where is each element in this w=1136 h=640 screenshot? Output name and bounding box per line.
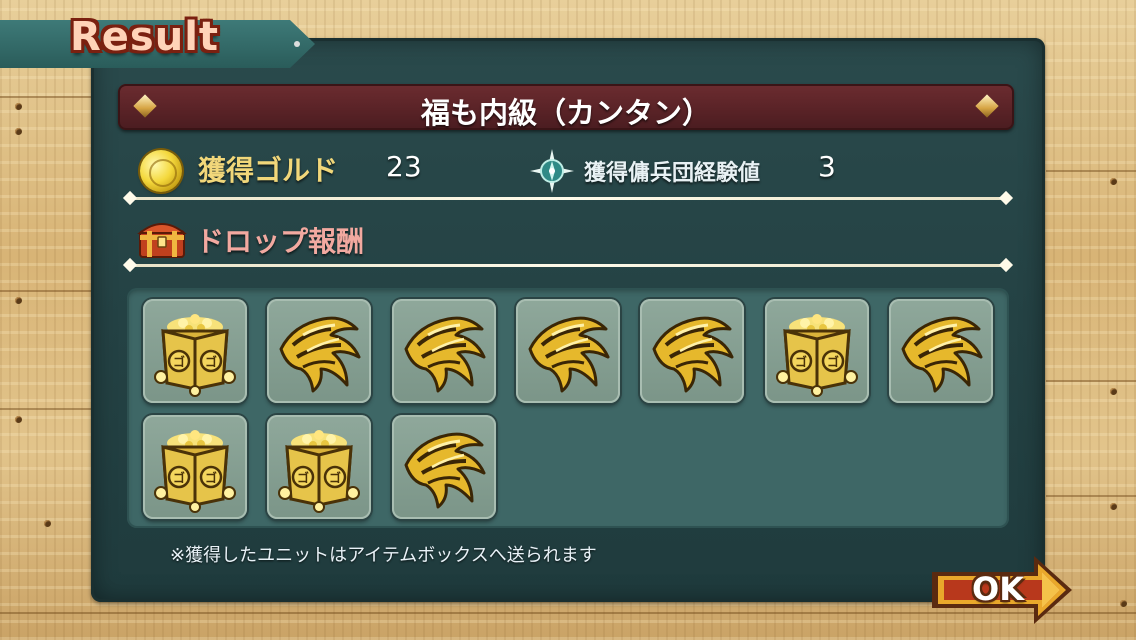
gold-box-icon: ゴ ゴ <box>154 430 236 513</box>
golden-claw-icon <box>279 316 361 393</box>
drop-item-slot[interactable]: ゴ ゴ <box>143 415 247 519</box>
golden-claw-icon <box>528 316 610 393</box>
drop-item-slot[interactable]: ゴ ゴ <box>143 299 247 403</box>
divider-line <box>130 197 1006 200</box>
treasure-chest-icon <box>137 223 187 258</box>
result-title: Result <box>70 14 220 60</box>
golden-claw-icon <box>652 316 734 393</box>
drop-item-slot[interactable] <box>640 299 745 403</box>
svg-text:ゴ: ゴ <box>794 354 806 369</box>
exp-label: 獲得傭兵団経験値 <box>584 161 761 186</box>
gold-box-icon: ゴ ゴ <box>154 314 236 397</box>
banner-rivet <box>294 41 300 47</box>
drop-item-slot[interactable] <box>515 299 620 403</box>
nail <box>1120 600 1127 607</box>
nail <box>44 520 51 527</box>
plank-seam <box>0 290 92 292</box>
drop-item-slot[interactable] <box>267 299 372 403</box>
nail <box>15 128 22 135</box>
divider-line <box>130 264 1006 267</box>
svg-text:ゴ: ゴ <box>173 470 185 485</box>
gold-box-icon: ゴ ゴ <box>775 314 858 397</box>
svg-text:ゴ: ゴ <box>329 470 341 485</box>
plank-seam <box>1046 495 1136 497</box>
nail <box>1110 388 1117 395</box>
drop-item-slot[interactable] <box>391 299 496 403</box>
stage-title-bar: 福も内級（カンタン） <box>118 84 1014 130</box>
nail <box>15 297 22 304</box>
plank-seam <box>1046 380 1136 382</box>
svg-text:ゴ: ゴ <box>205 470 217 485</box>
nail <box>1110 178 1117 185</box>
drop-item-slot[interactable]: ゴ ゴ <box>764 299 869 403</box>
drop-item-slot[interactable] <box>888 299 993 403</box>
svg-text:ゴ: ゴ <box>205 354 217 369</box>
drop-item-slot[interactable]: ゴ ゴ <box>267 415 372 519</box>
golden-claw-icon <box>404 316 486 393</box>
exp-value: 3 <box>818 150 836 183</box>
nail <box>1110 503 1117 510</box>
gold-label: 獲得ゴルド <box>198 154 339 187</box>
nail <box>15 416 22 423</box>
ok-button-label[interactable]: OK <box>972 570 1024 608</box>
drop-reward-label: ドロップ報酬 <box>196 225 365 258</box>
gold-coin-icon <box>140 150 182 192</box>
stage-name: 福も内級（カンタン） <box>420 96 711 130</box>
drop-item-slot[interactable] <box>391 415 496 519</box>
gold-box-icon: ゴ ゴ <box>278 430 361 513</box>
svg-text:ゴ: ゴ <box>173 354 185 369</box>
svg-text:ゴ: ゴ <box>297 470 309 485</box>
plank-seam <box>0 96 92 98</box>
golden-claw-icon <box>404 432 486 509</box>
svg-text:ゴ: ゴ <box>826 354 838 369</box>
compass-star-icon <box>530 149 574 193</box>
golden-claw-icon <box>901 316 983 393</box>
plank-seam <box>0 408 92 410</box>
item-box-note: ※獲得したユニットはアイテムボックスへ送られます <box>170 545 597 566</box>
plank-seam <box>1046 170 1136 172</box>
gold-value: 23 <box>386 150 422 183</box>
nail <box>15 103 22 110</box>
